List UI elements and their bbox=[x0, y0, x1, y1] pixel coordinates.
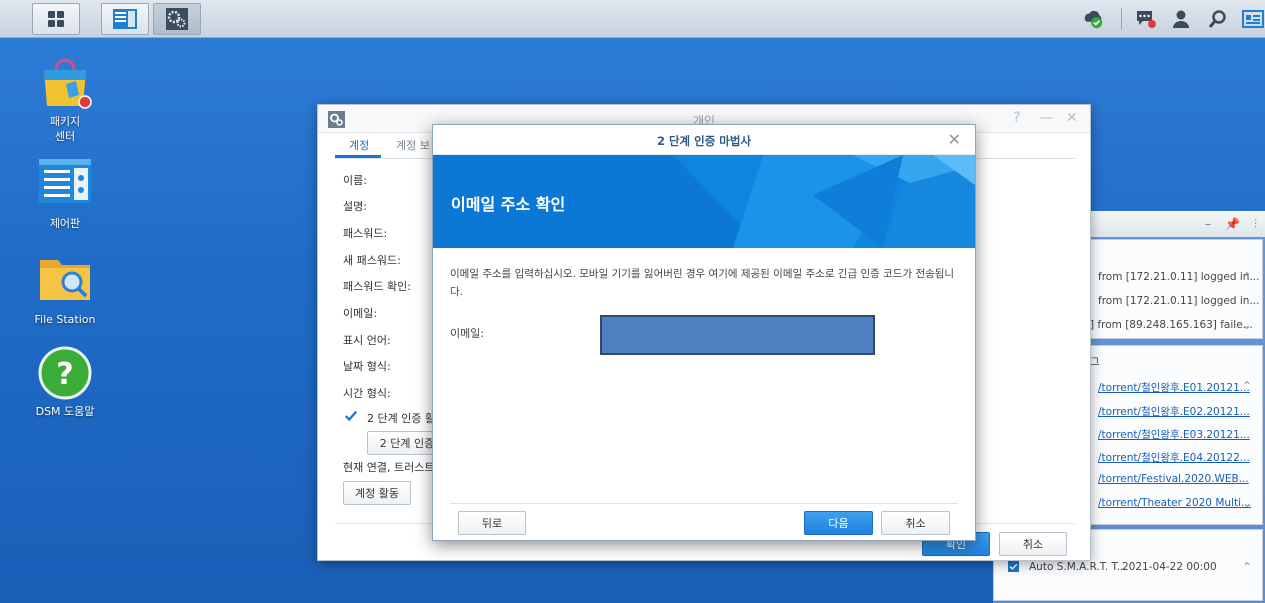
name-label: 이름: bbox=[343, 174, 367, 187]
package-center-label: 패키지 센터 bbox=[49, 115, 81, 143]
wizard-banner: 이메일 주소 확인 bbox=[433, 155, 975, 248]
grid-icon bbox=[48, 11, 64, 27]
active-tab-indicator bbox=[335, 155, 381, 158]
taskbar-control-panel-button[interactable] bbox=[101, 3, 149, 35]
current-connection-label: 현재 연결, 트러스트 bbox=[343, 461, 435, 474]
checkmark-icon bbox=[344, 410, 358, 422]
chevron-up-icon[interactable]: ⌃ bbox=[1242, 379, 1252, 393]
widgets-icon[interactable] bbox=[1242, 8, 1264, 30]
control-panel-label: 제어판 bbox=[49, 217, 81, 230]
wizard-title: 2 단계 인증 마법사 bbox=[656, 134, 752, 148]
two-step-wizard-dialog: 2 단계 인증 마법사 ✕ 이메일 주소 확인 이메일 주소를 입력하십시오. … bbox=[432, 124, 976, 541]
wizard-titlebar: 2 단계 인증 마법사 ✕ bbox=[433, 125, 975, 155]
cancel-button[interactable]: 취소 bbox=[999, 532, 1067, 556]
chevron-up-icon[interactable]: ⌃ bbox=[1242, 560, 1252, 574]
notification-chat-icon[interactable] bbox=[1135, 8, 1157, 30]
date-format-label: 날짜 형식: bbox=[343, 360, 391, 373]
email-field-label: 이메일: bbox=[450, 327, 485, 340]
confirm-password-label: 패스워드 확인: bbox=[343, 280, 411, 293]
description-label: 설명: bbox=[343, 200, 367, 213]
close-icon[interactable]: ✕ bbox=[948, 130, 961, 149]
control-panel-icon bbox=[113, 9, 137, 29]
desktop-icon-dsm-help[interactable]: ? DSM 도움말 bbox=[25, 346, 105, 419]
new-password-label: 새 패스워드: bbox=[343, 254, 401, 267]
wizard-heading: 이메일 주소 확인 bbox=[451, 195, 566, 214]
email-label: 이메일: bbox=[343, 307, 378, 320]
help-question-icon: ? bbox=[38, 346, 92, 400]
user-icon[interactable] bbox=[1170, 8, 1192, 30]
file-station-label: File Station bbox=[34, 313, 96, 326]
wizard-description: 이메일 주소를 입력하십시오. 모바일 기기를 잃어버린 경우 여기에 제공된 … bbox=[450, 268, 955, 298]
task-check-icon bbox=[1008, 561, 1019, 572]
settings-gear-icon bbox=[166, 8, 188, 30]
main-menu-button[interactable] bbox=[32, 3, 80, 35]
widget-menu-icon[interactable]: ⫶ bbox=[1254, 217, 1257, 232]
control-panel-icon bbox=[38, 158, 92, 212]
minimize-icon[interactable]: — bbox=[1039, 110, 1053, 126]
svg-text:?: ? bbox=[56, 357, 73, 392]
tab-account[interactable]: 계정 bbox=[349, 137, 369, 153]
email-field[interactable] bbox=[600, 315, 875, 355]
footer-divider bbox=[450, 503, 958, 504]
next-button[interactable]: 다음 bbox=[804, 511, 873, 535]
two-step-checkbox[interactable] bbox=[344, 409, 358, 423]
desktop-icon-control-panel[interactable]: 제어판 bbox=[25, 158, 105, 231]
tab-account-protection[interactable]: 계정 보 bbox=[396, 137, 430, 153]
package-center-icon bbox=[38, 56, 92, 110]
file-station-icon bbox=[38, 254, 92, 308]
password-label: 패스워드: bbox=[343, 227, 388, 240]
two-step-checkbox-label: 2 단계 인증 활 bbox=[367, 412, 436, 425]
time-format-label: 시간 형식: bbox=[343, 387, 391, 400]
search-icon[interactable] bbox=[1207, 8, 1229, 30]
pin-icon[interactable]: 📌 bbox=[1225, 217, 1240, 231]
desktop-icon-file-station[interactable]: File Station bbox=[25, 254, 105, 327]
taskbar-personal-button[interactable] bbox=[153, 3, 201, 35]
help-icon[interactable]: ? bbox=[1013, 110, 1020, 126]
close-icon[interactable]: ✕ bbox=[1066, 110, 1078, 126]
account-activity-button[interactable]: 계정 활동 bbox=[343, 481, 411, 505]
minimize-icon[interactable]: – bbox=[1205, 217, 1211, 231]
back-button[interactable]: 뒤로 bbox=[458, 511, 526, 535]
chevron-down-icon[interactable]: ⌄ bbox=[1242, 318, 1252, 332]
desktop-icon-package-center[interactable]: 패키지 센터 bbox=[25, 56, 105, 144]
dsm-help-label: DSM 도움말 bbox=[35, 405, 95, 418]
task-row: Auto S.M.A.R.T. T... 2021-04-22 00:00 ⌃ bbox=[994, 558, 1264, 578]
display-language-label: 표시 언어: bbox=[343, 334, 391, 347]
wizard-cancel-button[interactable]: 취소 bbox=[881, 511, 950, 535]
chevron-down-icon[interactable]: ⌄ bbox=[1242, 496, 1252, 510]
taskbar bbox=[0, 0, 1265, 38]
cloud-sync-icon[interactable] bbox=[1082, 8, 1104, 30]
